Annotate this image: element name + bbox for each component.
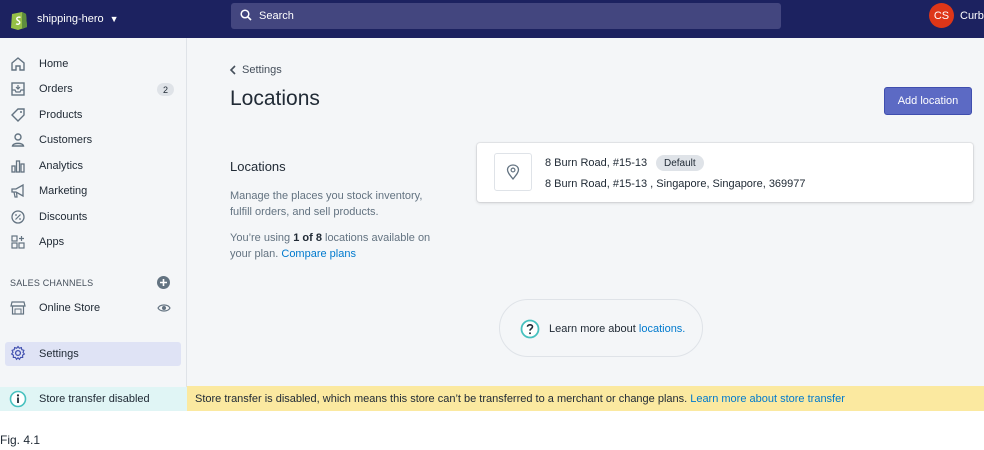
info-icon	[9, 390, 27, 408]
figure-caption: Fig. 4.1	[0, 433, 41, 447]
sidebar-item-products[interactable]: Products	[0, 104, 187, 126]
sidebar-item-label: Products	[39, 109, 83, 121]
sidebar-item-label: Orders	[39, 83, 73, 95]
sidebar-item-marketing[interactable]: Marketing	[0, 180, 187, 202]
store-name: shipping-hero	[37, 13, 104, 25]
sidebar-item-label: Marketing	[39, 185, 88, 197]
section-title: Locations	[230, 159, 286, 174]
app-frame: shipping-hero ▼ Search CS Curb Home Orde…	[0, 0, 984, 411]
sidebar-item-home[interactable]: Home	[0, 53, 187, 75]
home-icon	[9, 55, 27, 73]
sidebar-item-apps[interactable]: Apps	[0, 231, 187, 253]
usage-prefix: You’re using	[230, 232, 294, 244]
sidebar-item-analytics[interactable]: Analytics	[0, 155, 187, 177]
view-store-eye-icon[interactable]	[157, 301, 171, 315]
sidebar-item-online-store[interactable]: Online Store	[0, 297, 187, 319]
question-circle-icon	[520, 319, 540, 339]
plan-usage-text: You’re using 1 of 8 locations available …	[230, 230, 445, 262]
discount-icon	[9, 208, 27, 226]
sidebar-item-orders[interactable]: Orders 2	[0, 78, 187, 100]
store-transfer-banner: Store transfer is disabled, which means …	[187, 386, 984, 411]
tag-icon	[9, 106, 27, 124]
orders-icon	[9, 80, 27, 98]
breadcrumb[interactable]: Settings	[229, 64, 282, 76]
bar-chart-icon	[9, 157, 27, 175]
sidebar-item-settings[interactable]: Settings	[5, 342, 181, 366]
learn-more-text: Learn more about locations.	[549, 323, 685, 335]
orders-count-badge: 2	[157, 83, 174, 96]
sidebar-item-label: Online Store	[39, 302, 101, 314]
search-placeholder: Search	[259, 10, 294, 22]
sidebar-item-label: Apps	[39, 236, 65, 248]
storefront-icon	[9, 299, 27, 317]
sidebar-item-customers[interactable]: Customers	[0, 129, 187, 151]
usage-count: 1 of 8	[293, 232, 322, 244]
location-card[interactable]: 8 Burn Road, #15-13 Default 8 Burn Road,…	[477, 143, 973, 202]
sidebar-item-label: Customers	[39, 134, 93, 146]
learn-more-footer: Learn more about locations.	[499, 299, 703, 357]
store-switcher[interactable]: shipping-hero ▼	[10, 8, 186, 30]
person-icon	[9, 131, 27, 149]
search-icon	[240, 8, 252, 24]
store-transfer-link[interactable]: Learn more about store transfer	[690, 393, 845, 405]
location-address: 8 Burn Road, #15-13 , Singapore, Singapo…	[545, 178, 806, 190]
sidebar: Home Orders 2 Products Customers Analyti…	[0, 38, 187, 411]
sidebar-item-discounts[interactable]: Discounts	[0, 206, 187, 228]
breadcrumb-label: Settings	[242, 64, 282, 76]
learn-prefix: Learn more about	[549, 323, 639, 335]
locations-help-link[interactable]: locations.	[639, 323, 685, 335]
sidebar-item-label: Discounts	[39, 211, 88, 223]
top-bar: shipping-hero ▼ Search CS Curb	[0, 0, 984, 38]
user-menu[interactable]: CS Curb	[929, 3, 984, 28]
banner-text: Store transfer is disabled, which means …	[195, 392, 688, 405]
add-location-button[interactable]: Add location	[884, 87, 972, 115]
chevron-down-icon: ▼	[109, 14, 119, 24]
gear-icon	[9, 344, 27, 362]
add-sales-channel-button[interactable]	[157, 276, 170, 289]
megaphone-icon	[9, 182, 27, 200]
sales-channels-heading: SALES CHANNELS	[10, 278, 94, 288]
chevron-left-icon	[229, 65, 237, 75]
page-title: Locations	[230, 87, 320, 110]
user-name: Curb	[960, 9, 984, 22]
sidebar-item-label: Settings	[39, 348, 79, 360]
avatar: CS	[929, 3, 954, 28]
store-transfer-label: Store transfer disabled	[39, 393, 150, 405]
location-name: 8 Burn Road, #15-13	[545, 157, 648, 169]
sidebar-item-label: Analytics	[39, 160, 84, 172]
search-input[interactable]: Search	[231, 3, 781, 29]
store-transfer-status[interactable]: Store transfer disabled	[0, 387, 187, 411]
shopify-logo-icon	[10, 8, 28, 30]
sidebar-item-label: Home	[39, 58, 69, 70]
default-badge: Default	[656, 155, 704, 171]
apps-icon	[9, 233, 27, 251]
compare-plans-link[interactable]: Compare plans	[281, 248, 356, 260]
location-pin-icon	[494, 153, 532, 191]
section-description: Manage the places you stock inventory, f…	[230, 190, 423, 218]
